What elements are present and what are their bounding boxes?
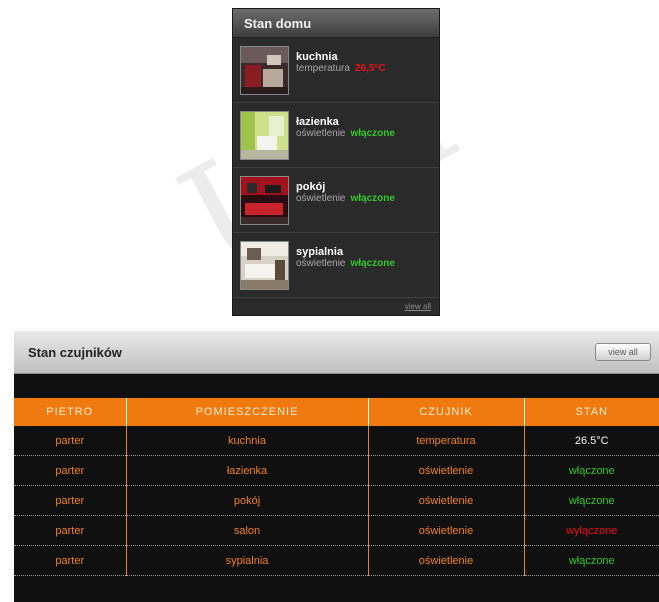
home-status-title: Stan domu <box>244 15 312 31</box>
sensor-table: PIETRO POMIESZCZENIE CZUJNIK STAN parter… <box>14 398 659 576</box>
column-header-sensor[interactable]: CZUJNIK <box>368 398 525 426</box>
room-state: włączone <box>350 193 395 204</box>
bathroom-photo <box>240 110 289 160</box>
room-state: włączone <box>350 258 395 269</box>
cell-floor: parter <box>14 545 127 576</box>
cell-sensor: oświetlenie <box>368 485 525 516</box>
room-sensor-line: oświetlenie włączone <box>296 193 395 205</box>
home-status-header: Stan domu <box>233 9 439 38</box>
cell-room: kuchnia <box>126 426 369 456</box>
room-item-pokoj[interactable]: pokój oświetlenie włączone <box>233 168 439 233</box>
cell-sensor: oświetlenie <box>368 455 525 486</box>
room-text: sypialnia oświetlenie włączone <box>296 246 395 270</box>
room-name: sypialnia <box>296 246 344 258</box>
cell-room: salon <box>126 515 369 546</box>
cell-state: włączone <box>524 545 659 576</box>
cell-sensor: oświetlenie <box>368 515 525 546</box>
table-row[interactable]: parter łazienka oświetlenie włączone <box>14 455 659 486</box>
column-header-floor[interactable]: PIETRO <box>14 398 127 426</box>
cell-sensor: oświetlenie <box>368 545 525 576</box>
room-sensor-line: oświetlenie włączone <box>296 258 395 270</box>
cell-floor: parter <box>14 426 127 456</box>
room-item-sypialnia[interactable]: sypialnia oświetlenie włączone <box>233 233 439 298</box>
cell-state: włączone <box>524 455 659 486</box>
table-row[interactable]: parter kuchnia temperatura 26.5°C <box>14 426 659 456</box>
room-sensor: temperatura <box>296 63 350 74</box>
room-sensor: oświetlenie <box>296 258 346 269</box>
room-name: pokój <box>296 181 326 193</box>
cell-room: sypialnia <box>126 545 369 576</box>
home-status-panel: Stan domu kuchnia temperatura 26,5°C łaz… <box>232 8 440 316</box>
room-text: pokój oświetlenie włączone <box>296 181 395 205</box>
room-text: kuchnia temperatura 26,5°C <box>296 51 386 75</box>
room-sensor-line: temperatura 26,5°C <box>296 63 386 75</box>
room-state: 26,5°C <box>354 63 386 74</box>
cell-state: włączone <box>524 485 659 516</box>
table-row[interactable]: parter sypialnia oświetlenie włączone <box>14 545 659 576</box>
cell-state: wyłączone <box>524 515 659 546</box>
table-header-row: PIETRO POMIESZCZENIE CZUJNIK STAN <box>14 398 659 426</box>
column-header-room[interactable]: POMIESZCZENIE <box>126 398 369 426</box>
room-name: kuchnia <box>296 51 338 63</box>
room-text: łazienka oświetlenie włączone <box>296 116 395 140</box>
living-room-photo <box>240 175 289 225</box>
bedroom-photo <box>240 240 289 290</box>
room-name: łazienka <box>296 116 339 128</box>
view-all-button[interactable]: view all <box>595 343 651 361</box>
cell-sensor: temperatura <box>368 426 525 456</box>
cell-room: pokój <box>126 485 369 516</box>
room-sensor: oświetlenie <box>296 193 346 204</box>
sensor-status-title: Stan czujników <box>28 344 122 360</box>
room-sensor-line: oświetlenie włączone <box>296 128 395 140</box>
table-row[interactable]: parter salon oświetlenie wyłączone <box>14 515 659 546</box>
room-item-lazienka[interactable]: łazienka oświetlenie włączone <box>233 103 439 168</box>
sensor-status-header: Stan czujników view all <box>14 331 659 374</box>
view-all-link[interactable]: view all <box>405 302 431 311</box>
cell-floor: parter <box>14 455 127 486</box>
column-header-state[interactable]: STAN <box>524 398 659 426</box>
room-state: włączone <box>350 128 395 139</box>
room-item-kuchnia[interactable]: kuchnia temperatura 26,5°C <box>233 38 439 103</box>
cell-floor: parter <box>14 515 127 546</box>
room-sensor: oświetlenie <box>296 128 346 139</box>
cell-floor: parter <box>14 485 127 516</box>
cell-state: 26.5°C <box>524 426 659 456</box>
sensor-status-panel: Stan czujników view all PIETRO POMIESZCZ… <box>14 331 659 602</box>
cell-room: łazienka <box>126 455 369 486</box>
table-row[interactable]: parter pokój oświetlenie włączone <box>14 485 659 516</box>
kitchen-photo <box>240 45 289 95</box>
